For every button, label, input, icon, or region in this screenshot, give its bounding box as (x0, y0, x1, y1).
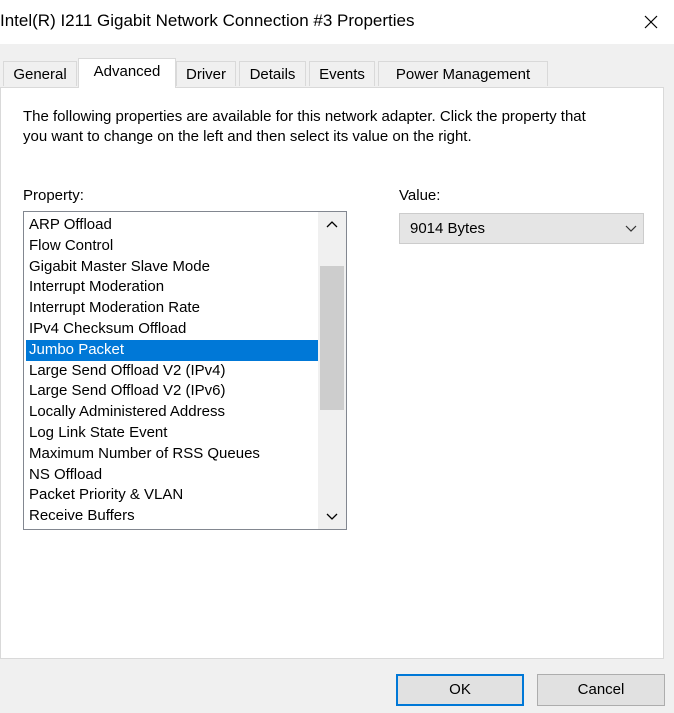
list-item[interactable]: Maximum Number of RSS Queues (26, 444, 319, 465)
list-item[interactable]: Interrupt Moderation (26, 277, 319, 298)
property-label: Property: (23, 187, 84, 204)
window-title: Intel(R) I211 Gigabit Network Connection… (0, 11, 415, 30)
chevron-down-icon (625, 225, 637, 232)
list-item[interactable]: Log Link State Event (26, 423, 319, 444)
list-item[interactable]: ARP Offload (26, 215, 319, 236)
tab-advanced[interactable]: Advanced (78, 58, 176, 88)
list-item[interactable]: Interrupt Moderation Rate (26, 298, 319, 319)
value-dropdown[interactable]: 9014 Bytes (399, 213, 644, 244)
list-item[interactable]: Gigabit Master Slave Mode (26, 257, 319, 278)
value-dropdown-selected: 9014 Bytes (410, 220, 486, 237)
close-icon (644, 15, 658, 29)
scroll-down-button[interactable] (318, 505, 346, 529)
property-listbox[interactable]: ARP Offload Flow Control Gigabit Master … (23, 211, 347, 530)
list-item[interactable]: Flow Control (26, 236, 319, 257)
tab-details[interactable]: Details (239, 61, 306, 86)
tab-power-management[interactable]: Power Management (378, 61, 548, 86)
property-list: ARP Offload Flow Control Gigabit Master … (26, 215, 319, 527)
list-item[interactable]: Large Send Offload V2 (IPv6) (26, 381, 319, 402)
list-item[interactable]: IPv4 Checksum Offload (26, 319, 319, 340)
tab-general[interactable]: General (3, 61, 77, 86)
scroll-up-button[interactable] (318, 212, 346, 236)
list-item[interactable]: Locally Administered Address (26, 402, 319, 423)
ok-button[interactable]: OK (396, 674, 524, 706)
list-item[interactable]: Large Send Offload V2 (IPv4) (26, 361, 319, 382)
list-item[interactable]: Packet Priority & VLAN (26, 485, 319, 506)
chevron-down-icon (326, 513, 338, 520)
list-item[interactable]: NS Offload (26, 465, 319, 486)
title-bar: Intel(R) I211 Gigabit Network Connection… (0, 0, 674, 44)
close-button[interactable] (628, 0, 674, 44)
description-text: The following properties are available f… (23, 108, 586, 145)
tab-driver[interactable]: Driver (176, 61, 236, 86)
advanced-tab-panel: The following properties are available f… (0, 87, 664, 659)
scroll-thumb[interactable] (320, 266, 344, 410)
list-item-selected[interactable]: Jumbo Packet (26, 339, 319, 361)
chevron-up-icon (326, 221, 338, 228)
property-list-scrollbar[interactable] (318, 212, 346, 529)
list-item[interactable]: Receive Buffers (26, 506, 319, 527)
dialog-body: General Advanced Driver Details Events P… (0, 44, 674, 713)
value-label: Value: (399, 187, 441, 204)
tab-events[interactable]: Events (309, 61, 375, 86)
cancel-button[interactable]: Cancel (537, 674, 665, 706)
